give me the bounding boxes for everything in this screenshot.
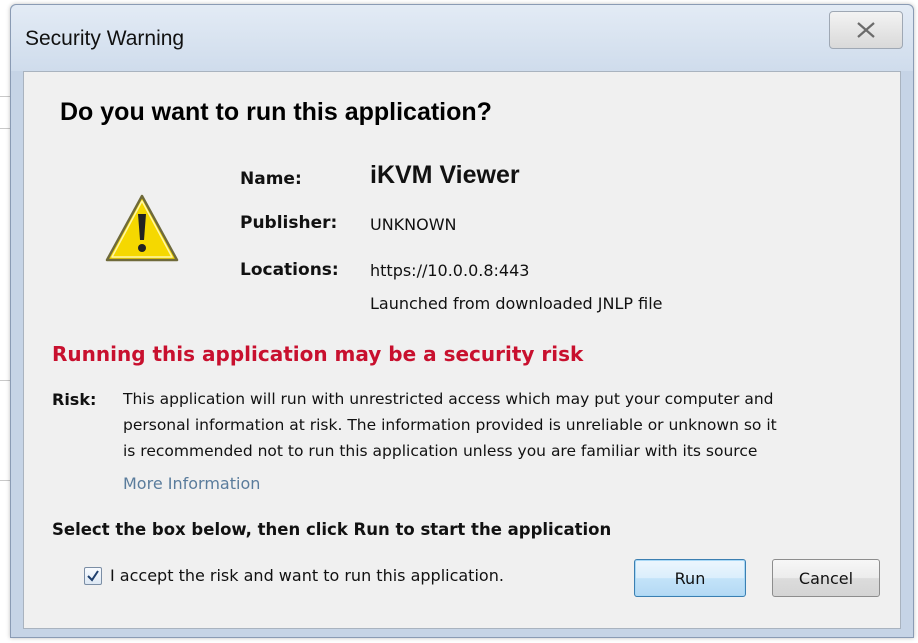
instruction-text: Select the box below, then click Run to …	[52, 520, 612, 539]
risk-text-line: personal information at risk. The inform…	[123, 416, 777, 434]
security-warning-dialog: Security Warning Do you want to run this…	[10, 4, 914, 638]
window-title: Security Warning	[25, 27, 185, 50]
title-bar[interactable]: Security Warning	[11, 5, 913, 71]
cancel-button[interactable]: Cancel	[772, 559, 880, 597]
accept-risk-row[interactable]: I accept the risk and want to run this a…	[84, 566, 504, 585]
locations-note: Launched from downloaded JNLP file	[370, 294, 663, 313]
warning-icon	[105, 194, 179, 262]
name-label: Name:	[240, 169, 302, 189]
name-value: iKVM Viewer	[370, 161, 520, 189]
run-button[interactable]: Run	[634, 559, 746, 597]
locations-value: https://10.0.0.8:443	[370, 261, 530, 280]
risk-text-line: This application will run with unrestric…	[123, 390, 774, 408]
accept-risk-label[interactable]: I accept the risk and want to run this a…	[110, 566, 504, 585]
close-icon	[857, 22, 875, 38]
risk-heading: Running this application may be a securi…	[52, 342, 584, 366]
checkmark-icon	[87, 569, 99, 582]
locations-label: Locations:	[240, 260, 339, 280]
more-information-link[interactable]: More Information	[123, 474, 260, 493]
publisher-value: UNKNOWN	[370, 215, 457, 234]
risk-label: Risk:	[52, 390, 97, 409]
dialog-body: Do you want to run this application? Nam…	[23, 71, 901, 629]
dialog-heading: Do you want to run this application?	[60, 98, 492, 126]
close-button[interactable]	[829, 11, 903, 49]
risk-text-line: is recommended not to run this applicati…	[123, 442, 758, 460]
publisher-label: Publisher:	[240, 213, 338, 233]
accept-risk-checkbox[interactable]	[84, 566, 102, 585]
